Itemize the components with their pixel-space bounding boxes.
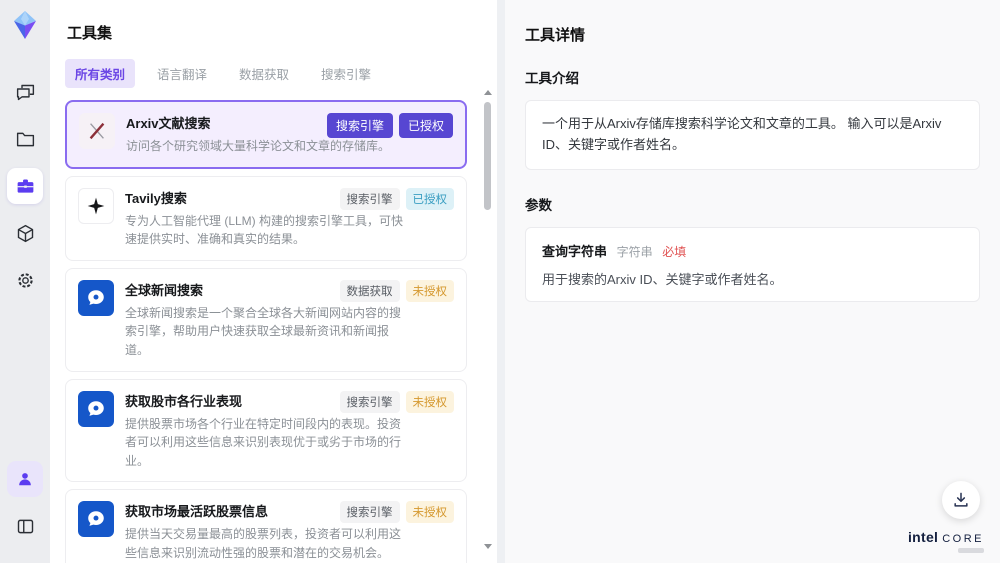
- param-box: 查询字符串 字符串 必填 用于搜索的Arxiv ID、关键字或作者姓名。: [525, 226, 980, 302]
- param-header-row: 查询字符串 字符串 必填: [542, 241, 963, 260]
- tool-card-global-news[interactable]: 全球新闻搜索 全球新闻搜索是一个聚合全球各大新闻网站内容的搜索引擎，帮助用户快速…: [65, 267, 467, 372]
- tool-tags: 数据获取 未授权: [339, 279, 454, 302]
- intro-text: 一个用于从Arxiv存储库搜索科学论文和文章的工具。 输入可以是Arxiv ID…: [542, 116, 942, 152]
- tavily-star-icon: [78, 187, 114, 224]
- news-bubble-icon: [78, 279, 114, 316]
- intro-box: 一个用于从Arxiv存储库搜索科学论文和文章的工具。 输入可以是Arxiv ID…: [525, 100, 980, 170]
- tab-all-categories[interactable]: 所有类别: [65, 59, 136, 88]
- folder-icon[interactable]: [7, 121, 43, 157]
- tool-list: Arxiv文献搜索 访问各个研究领域大量科学论文和文章的存储库。 搜索引擎 已授…: [65, 100, 479, 563]
- status-badge: 已授权: [405, 187, 454, 210]
- tool-description: 提供股票市场各个行业在特定时间段内的表现。投资者可以利用这些信息来识别表现优于或…: [125, 416, 402, 468]
- news-bubble-icon: [78, 390, 114, 427]
- user-icon[interactable]: [7, 461, 43, 497]
- cube-icon[interactable]: [7, 215, 43, 251]
- panel-divider: [497, 0, 505, 563]
- tool-tags: 搜索引擎 已授权: [326, 113, 453, 138]
- category-badge: 搜索引擎: [326, 113, 393, 138]
- tool-tags: 搜索引擎 未授权: [339, 390, 454, 413]
- core-wordmark: core: [942, 533, 984, 545]
- news-bubble-icon: [78, 501, 114, 538]
- tool-description: 专为人工智能代理 (LLM) 构建的搜索引擎工具，可快速提供实时、准确和真实的结…: [125, 213, 404, 247]
- category-badge: 搜索引擎: [339, 187, 400, 210]
- settings-icon[interactable]: [7, 262, 43, 298]
- detail-title: 工具详情: [525, 27, 586, 44]
- param-description: 用于搜索的Arxiv ID、关键字或作者姓名。: [542, 271, 783, 287]
- tool-description: 全球新闻搜索是一个聚合全球各大新闻网站内容的搜索引擎，帮助用户快速获取全球最新资…: [125, 305, 402, 357]
- status-badge: 未授权: [405, 279, 454, 302]
- download-button[interactable]: [942, 481, 980, 519]
- scroll-down-arrow-icon[interactable]: [483, 544, 492, 549]
- tool-card-most-active-stocks[interactable]: 获取市场最活跃股票信息 提供当天交易量最高的股票列表，投资者可以利用这些信息来识…: [65, 489, 467, 563]
- tool-detail-panel: 工具详情 工具介绍 一个用于从Arxiv存储库搜索科学论文和文章的工具。 输入可…: [505, 0, 1000, 563]
- tool-card-sector-performance[interactable]: 获取股市各行业表现 提供股票市场各个行业在特定时间段内的表现。投资者可以利用这些…: [65, 378, 467, 483]
- param-required-badge: 必填: [662, 244, 687, 259]
- intel-core-logo: intel core: [908, 530, 984, 553]
- app-logo-icon: [10, 10, 40, 40]
- intro-heading: 工具介绍: [525, 71, 579, 86]
- scroll-up-arrow-icon[interactable]: [483, 90, 492, 95]
- toolbox-icon[interactable]: [7, 168, 43, 204]
- intel-wordmark: intel: [907, 529, 939, 545]
- category-badge: 搜索引擎: [339, 390, 400, 413]
- status-badge: 未授权: [405, 390, 454, 413]
- tab-search-engine[interactable]: 搜索引擎: [311, 59, 381, 88]
- chat-icon[interactable]: [7, 74, 43, 110]
- left-rail: [0, 0, 50, 563]
- param-name: 查询字符串: [542, 243, 608, 259]
- app-window: 工具集 所有类别 语言翻译 数据获取 搜索引擎 Arxiv文献搜索 访问各个研究…: [0, 0, 1000, 563]
- tool-list-panel: 工具集 所有类别 语言翻译 数据获取 搜索引擎 Arxiv文献搜索 访问各个研究…: [50, 0, 497, 563]
- category-badge: 搜索引擎: [339, 501, 400, 524]
- tool-card-arxiv[interactable]: Arxiv文献搜索 访问各个研究领域大量科学论文和文章的存储库。 搜索引擎 已授…: [65, 100, 467, 169]
- page-title: 工具集: [67, 25, 113, 42]
- category-tabs: 所有类别 语言翻译 数据获取 搜索引擎: [65, 59, 479, 88]
- status-badge: 已授权: [398, 113, 453, 138]
- scrollbar-thumb[interactable]: [484, 102, 491, 210]
- list-scrollbar[interactable]: [483, 90, 492, 549]
- rail-bottom-group: [7, 461, 43, 555]
- layout-panel-icon[interactable]: [7, 508, 43, 544]
- tool-description: 访问各个研究领域大量科学论文和文章的存储库。: [126, 139, 391, 153]
- download-icon: [954, 492, 968, 507]
- tool-card-tavily[interactable]: Tavily搜索 专为人工智能代理 (LLM) 构建的搜索引擎工具，可快速提供实…: [65, 175, 467, 261]
- tool-tags: 搜索引擎 已授权: [339, 187, 454, 210]
- tool-description: 提供当天交易量最高的股票列表，投资者可以利用这些信息来识别流动性强的股票和潜在的…: [125, 527, 402, 560]
- status-badge: 未授权: [405, 501, 454, 524]
- tab-language-translation[interactable]: 语言翻译: [147, 59, 217, 88]
- tab-data-fetch[interactable]: 数据获取: [229, 59, 299, 88]
- tool-tags: 搜索引擎 未授权: [339, 501, 454, 524]
- intel-logo-subtag: [958, 548, 984, 553]
- arxiv-icon: [79, 113, 115, 149]
- params-heading: 参数: [525, 197, 552, 213]
- param-type: 字符串: [616, 244, 653, 259]
- category-badge: 数据获取: [339, 279, 400, 302]
